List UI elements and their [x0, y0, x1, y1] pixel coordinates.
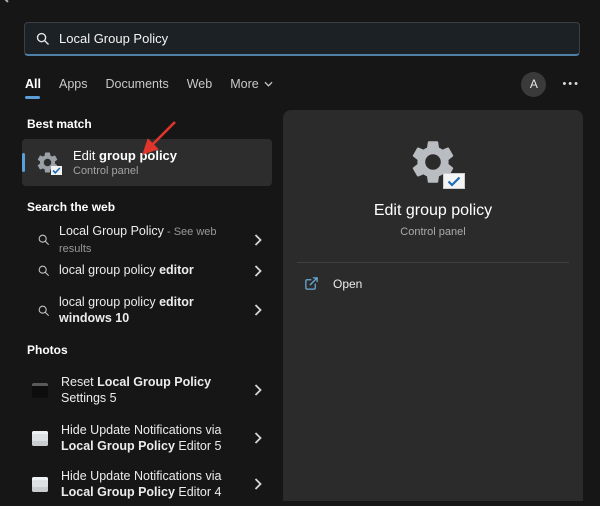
preview-title: Edit group policy	[373, 202, 493, 219]
preview-panel: Edit group policy Control panel Open	[283, 110, 583, 501]
best-match-result-edit-group-policy[interactable]: Edit group policy Control panel	[22, 139, 272, 186]
search-input[interactable]: Local Group Policy	[24, 22, 580, 56]
open-external-icon	[304, 276, 319, 291]
tab-all[interactable]: All	[24, 75, 42, 99]
tab-apps[interactable]: Apps	[58, 75, 89, 93]
search-filter-tabs: All Apps Documents Web More A •••	[24, 71, 580, 99]
suggestion-text: local group policy editor	[59, 263, 194, 277]
chevron-right-icon[interactable]	[254, 233, 262, 246]
photo-title: Reset Local Group Policy Settings 5	[61, 375, 215, 405]
chevron-down-icon	[264, 81, 273, 87]
search-icon	[37, 304, 50, 317]
photo-thumbnail	[32, 430, 48, 446]
open-label: Open	[333, 276, 363, 291]
search-query-text: Local Group Policy	[59, 31, 169, 46]
search-web-header: Search the web	[27, 200, 116, 214]
photo-thumbnail	[32, 476, 48, 492]
gear-check-icon-large	[407, 136, 465, 189]
tab-web[interactable]: Web	[186, 75, 213, 93]
photo-result-row[interactable]: Reset Local Group Policy Settings 5	[22, 368, 272, 412]
tab-documents[interactable]: Documents	[104, 75, 169, 93]
photo-title: Hide Update Notifications via Local Grou…	[61, 469, 225, 499]
web-suggestion-row[interactable]: local group policy editor	[22, 255, 272, 286]
best-match-subtitle: Control panel	[73, 165, 139, 177]
photo-result-row[interactable]: Hide Update Notifications via Local Grou…	[22, 462, 272, 506]
chevron-right-icon[interactable]	[254, 384, 262, 396]
tab-more[interactable]: More	[229, 75, 273, 93]
chevron-right-icon[interactable]	[254, 478, 262, 490]
chevron-right-icon[interactable]	[254, 304, 262, 316]
preview-subtitle: Control panel	[400, 226, 466, 238]
search-icon	[37, 264, 50, 277]
open-action[interactable]: Open	[283, 263, 583, 304]
account-avatar[interactable]: A	[521, 71, 547, 97]
checkmark-badge-icon	[443, 173, 465, 189]
photo-result-row[interactable]: Hide Update Notifications via Local Grou…	[22, 416, 272, 460]
suggestion-text: local group policy editor windows 10	[59, 294, 198, 325]
gear-check-icon	[35, 150, 62, 175]
window-corner-artifact	[0, 0, 9, 3]
best-match-title: Edit group policy	[73, 148, 178, 163]
suggestion-text: Local Group Policy - See web results	[59, 223, 220, 255]
search-icon	[35, 31, 50, 46]
photo-title: Hide Update Notifications via Local Grou…	[61, 423, 225, 453]
chevron-right-icon[interactable]	[254, 264, 262, 277]
chevron-right-icon[interactable]	[254, 432, 262, 444]
selection-accent-bar	[22, 153, 25, 172]
photo-thumbnail	[32, 382, 48, 398]
best-match-header: Best match	[27, 117, 92, 131]
web-suggestion-row[interactable]: Local Group Policy - See web results	[22, 224, 272, 255]
photos-header: Photos	[27, 343, 68, 357]
more-options-icon[interactable]: •••	[562, 78, 580, 90]
search-icon	[37, 233, 50, 246]
web-suggestion-row[interactable]: local group policy editor windows 10	[22, 288, 272, 332]
